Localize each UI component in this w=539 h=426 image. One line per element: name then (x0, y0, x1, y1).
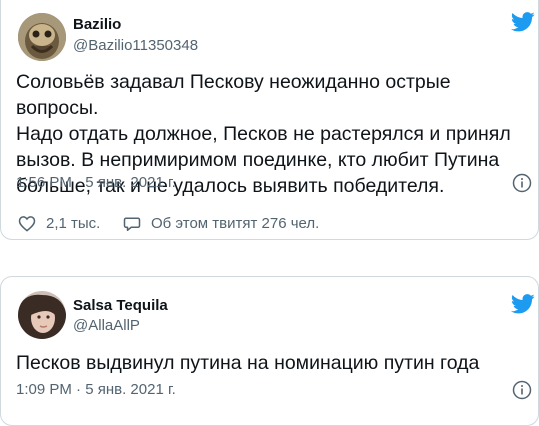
tweet-card[interactable]: Salsa Tequila @AllaAllP Песков выдвинул … (0, 276, 539, 426)
like-count: 2,1 тыс. (46, 215, 101, 232)
twitter-bird-icon[interactable] (511, 12, 535, 32)
like-action[interactable]: 2,1 тыс. (18, 215, 100, 232)
tweet-timestamp[interactable]: 1:09 PM · 5 янв. 2021 г. (16, 381, 176, 398)
author-handle[interactable]: @AllaAllP (73, 317, 140, 334)
heart-icon (18, 216, 36, 232)
info-icon[interactable] (512, 380, 532, 400)
speech-bubble-icon (123, 217, 141, 231)
tweet-text: Песков выдвинул путина на номинацию пути… (16, 352, 480, 374)
author-name[interactable]: Salsa Tequila (73, 297, 168, 314)
tweet-timestamp[interactable]: 1:56 PM · 5 янв. 2021 г. (16, 174, 176, 191)
author-name[interactable]: Bazilio (73, 16, 121, 33)
tweet-card[interactable]: Bazilio @Bazilio11350348 Соловьёв задава… (0, 0, 539, 240)
discussion-action[interactable]: Об этом твитят 276 чел. (123, 215, 319, 232)
author-handle[interactable]: @Bazilio11350348 (73, 37, 198, 54)
avatar[interactable] (18, 13, 66, 61)
avatar[interactable] (18, 291, 66, 339)
info-icon[interactable] (512, 173, 532, 193)
discussion-count: Об этом твитят 276 чел. (151, 215, 320, 232)
twitter-bird-icon[interactable] (511, 294, 535, 314)
